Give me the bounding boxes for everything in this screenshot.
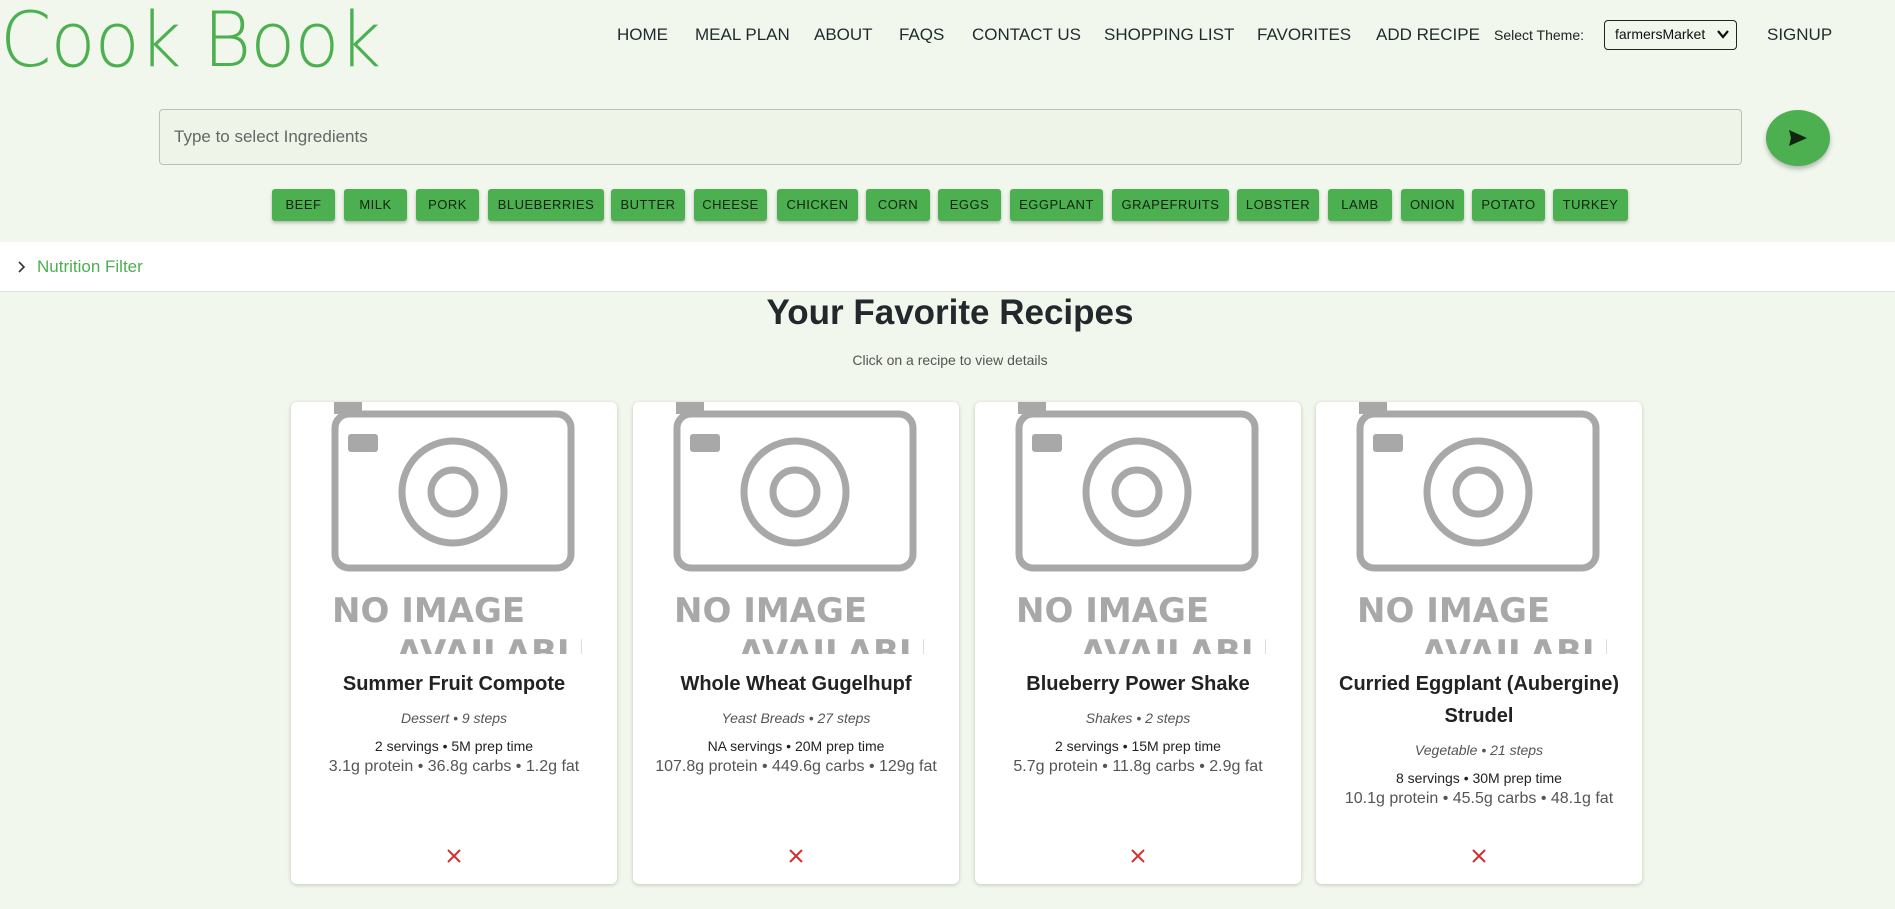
send-icon (1789, 130, 1807, 146)
nav-meal-plan[interactable]: MEAL PLAN (695, 22, 790, 48)
recipe-servings: 2 servings • 15M prep time (1055, 738, 1221, 754)
svg-text:AVAILABLE: AVAILABLE (1421, 633, 1607, 654)
svg-text:AVAILABLE: AVAILABLE (396, 633, 582, 654)
recipe-title: Curried Eggplant (Aubergine) Strudel (1339, 673, 1619, 727)
chip-chicken[interactable]: CHICKEN (777, 189, 858, 221)
svg-text:NO IMAGE: NO IMAGE (1357, 591, 1550, 631)
recipe-card[interactable]: NO IMAGE AVAILABLE Whole Wheat Gugelhupf… (633, 402, 959, 884)
recipe-card[interactable]: NO IMAGE AVAILABLE Blueberry Power Shake… (975, 402, 1301, 884)
recipe-servings: 2 servings • 5M prep time (374, 738, 534, 754)
svg-text:NO IMAGE: NO IMAGE (332, 591, 525, 631)
no-image-placeholder: NO IMAGE AVAILABLE (1015, 402, 1266, 654)
nutrition-filter-toggle[interactable]: Nutrition Filter (0, 242, 1895, 292)
recipe-meta: Shakes • 2 steps (1085, 710, 1191, 726)
chip-lobster[interactable]: LOBSTER (1237, 189, 1319, 221)
page-subtitle: Click on a recipe to view details (852, 352, 1048, 368)
recipe-macros: 3.1g protein • 36.8g carbs • 1.2g fat (328, 758, 580, 775)
no-image-placeholder: NO IMAGE AVAILABLE (331, 402, 582, 654)
ingredient-search-input[interactable] (159, 109, 1742, 165)
chip-beef[interactable]: BEEF (272, 189, 335, 221)
chip-potato[interactable]: POTATO (1472, 189, 1545, 221)
chip-blueberries[interactable]: BLUEBERRIES (488, 189, 604, 221)
recipe-macros: 5.7g protein • 11.8g carbs • 2.9g fat (1013, 758, 1263, 775)
recipe-servings: NA servings • 20M prep time (707, 738, 885, 754)
ingredient-chips: BEEF MILK PORK BLUEBERRIES BUTTER CHEESE… (0, 189, 1895, 221)
chip-lamb[interactable]: LAMB (1328, 189, 1392, 221)
recipe-meta: Vegetable • 21 steps (1414, 742, 1544, 758)
nav-home[interactable]: HOME (617, 22, 668, 48)
nav-contact-us[interactable]: CONTACT US (972, 22, 1081, 48)
recipe-servings: 8 servings • 30M prep time (1396, 770, 1562, 786)
nutrition-filter-label: Nutrition Filter (37, 257, 143, 276)
svg-text:AVAILABLE: AVAILABLE (738, 633, 924, 654)
recipe-title: Blueberry Power Shake (1026, 673, 1250, 695)
recipe-title: Summer Fruit Compote (342, 673, 566, 695)
recipe-card[interactable]: NO IMAGE AVAILABLE Curried Eggplant (Aub… (1316, 402, 1642, 884)
svg-text:NO IMAGE: NO IMAGE (674, 591, 867, 631)
nav-bar: HOME MEAL PLAN ABOUT FAQS CONTACT US SHO… (0, 20, 1895, 50)
chip-cheese[interactable]: CHEESE (694, 189, 767, 221)
chip-milk[interactable]: MILK (344, 189, 407, 221)
chip-onion[interactable]: ONION (1401, 189, 1464, 221)
recipe-title: Whole Wheat Gugelhupf (680, 673, 912, 695)
remove-favorite-icon[interactable] (784, 844, 808, 868)
nav-shopping-list[interactable]: SHOPPING LIST (1104, 22, 1234, 48)
nav-about[interactable]: ABOUT (814, 22, 873, 48)
chip-butter[interactable]: BUTTER (611, 189, 685, 221)
chip-corn[interactable]: CORN (866, 189, 930, 221)
svg-text:AVAILABLE: AVAILABLE (1080, 633, 1266, 654)
no-image-placeholder: NO IMAGE AVAILABLE (673, 402, 924, 654)
nav-add-recipe[interactable]: ADD RECIPE (1376, 22, 1480, 48)
svg-text:NO IMAGE: NO IMAGE (1016, 591, 1209, 631)
nav-favorites[interactable]: FAVORITES (1257, 22, 1351, 48)
chip-pork[interactable]: PORK (416, 189, 479, 221)
chevron-down-icon (1717, 30, 1729, 39)
theme-label: Select Theme: (1494, 27, 1585, 43)
chip-eggs[interactable]: EGGS (938, 189, 1001, 221)
chip-eggplant[interactable]: EGGPLANT (1010, 189, 1103, 221)
recipe-meta: Yeast Breads • 27 steps (721, 710, 871, 726)
recipe-card[interactable]: NO IMAGE AVAILABLE Summer Fruit Compote … (291, 402, 617, 884)
nav-faqs[interactable]: FAQS (899, 22, 944, 48)
recipe-macros: 10.1g protein • 45.5g carbs • 48.1g fat (1344, 790, 1614, 807)
remove-favorite-icon[interactable] (1467, 844, 1491, 868)
chevron-right-icon (18, 261, 26, 273)
chip-grapefruits[interactable]: GRAPEFRUITS (1112, 189, 1229, 221)
chip-turkey[interactable]: TURKEY (1553, 189, 1628, 221)
page-title: Your Favorite Recipes (766, 293, 1134, 332)
no-image-placeholder: NO IMAGE AVAILABLE (1356, 402, 1607, 654)
send-button[interactable] (1766, 110, 1830, 166)
nav-signup[interactable]: SIGNUP (1767, 22, 1832, 48)
header: Cook Book HOME MEAL PLAN ABOUT FAQS CONT… (0, 0, 1895, 80)
remove-favorite-icon[interactable] (1126, 844, 1150, 868)
theme-select[interactable]: farmersMarket (1604, 20, 1737, 50)
recipe-macros: 107.8g protein • 449.6g carbs • 129g fat (655, 758, 937, 775)
remove-favorite-icon[interactable] (442, 844, 466, 868)
theme-select-value: farmersMarket (1615, 26, 1706, 42)
recipe-meta: Dessert • 9 steps (400, 710, 508, 726)
